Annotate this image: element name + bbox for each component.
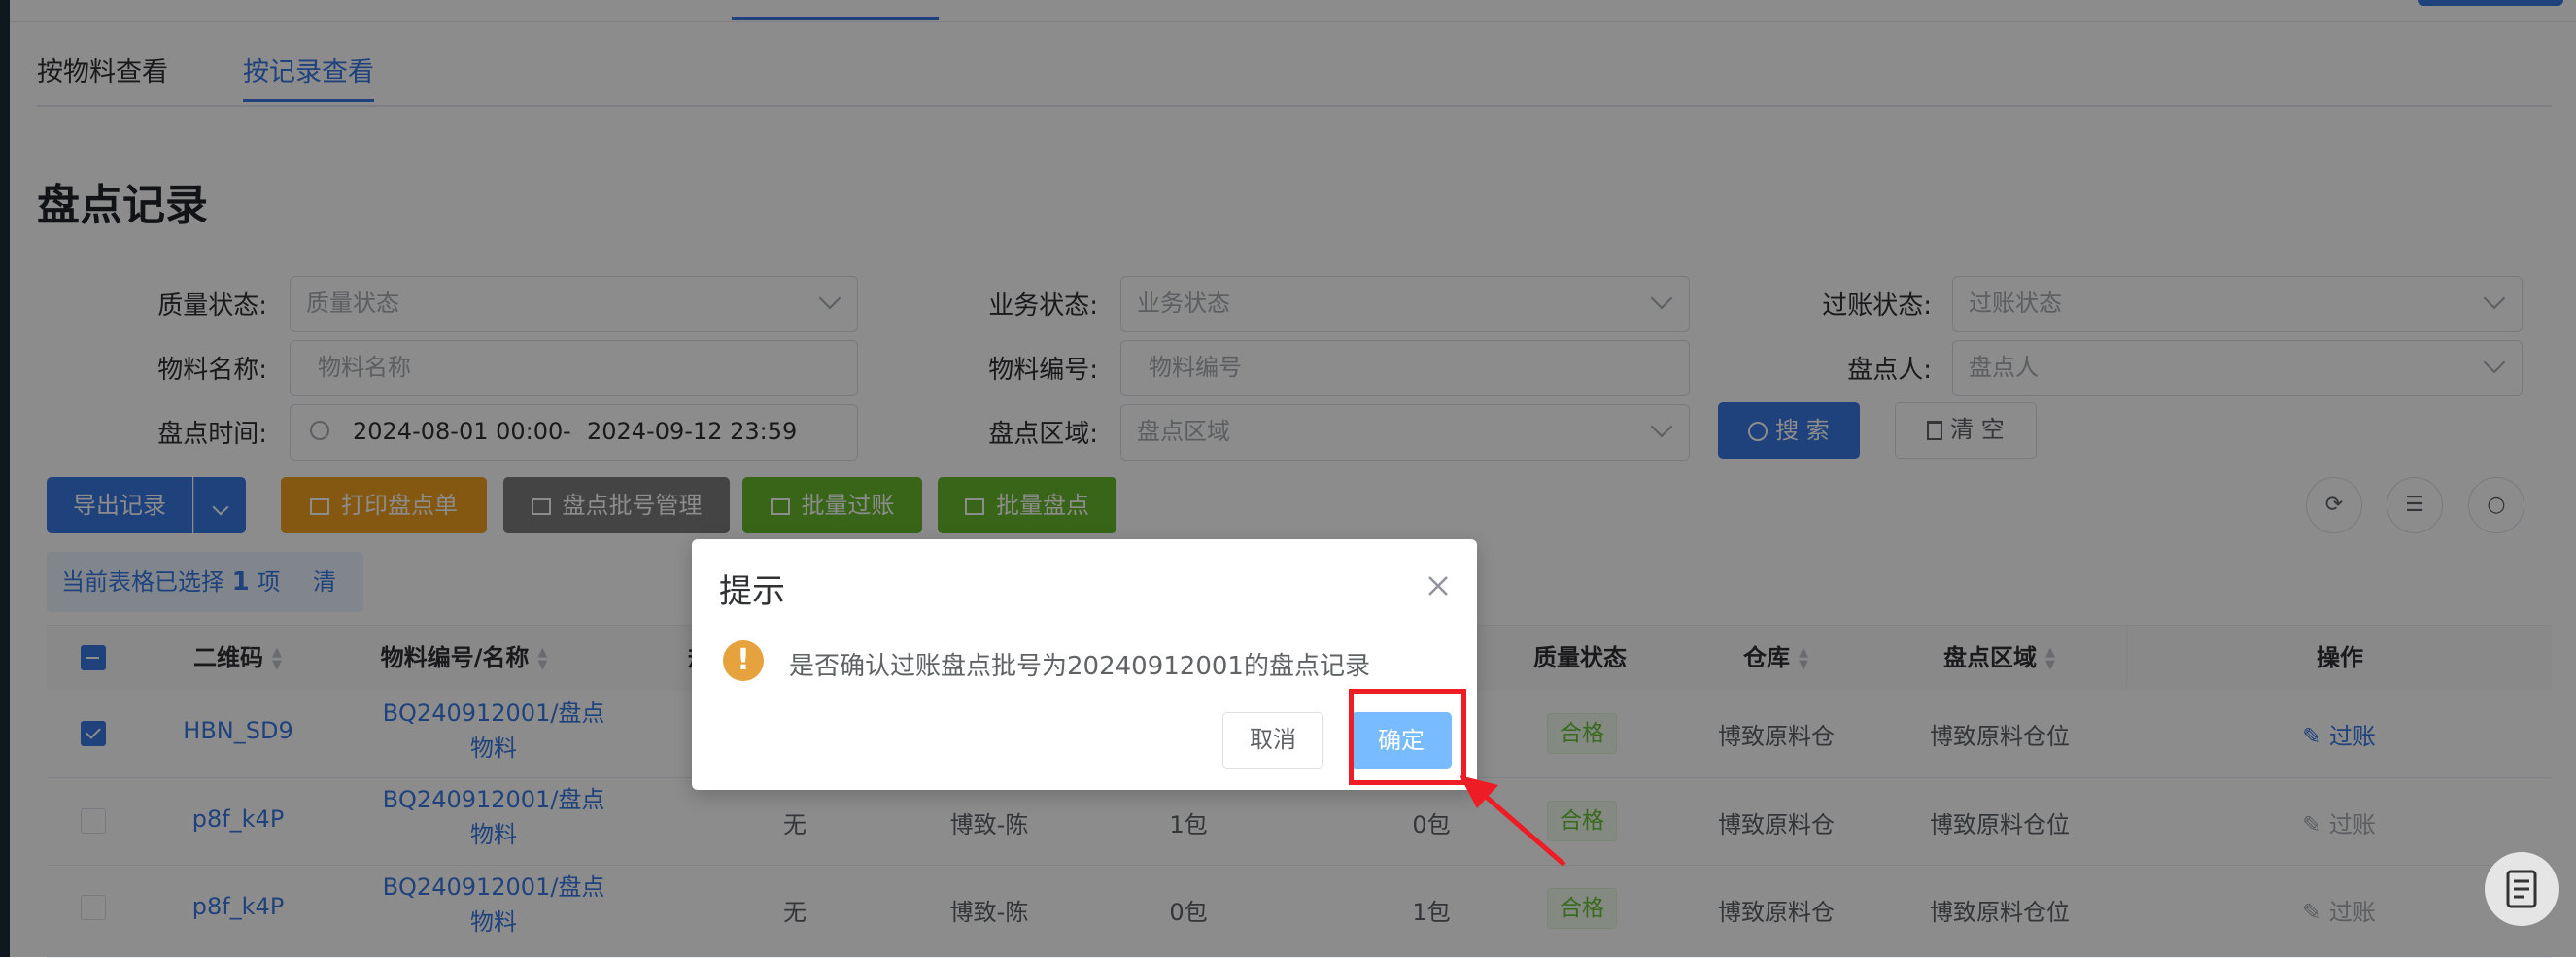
dialog-message: 是否确认过账盘点批号为20240912001的盘点记录 [789, 652, 1370, 681]
close-icon[interactable] [1426, 574, 1450, 598]
floating-document-button[interactable] [2485, 852, 2559, 926]
document-icon [2506, 870, 2537, 908]
cancel-button[interactable]: 取消 [1222, 712, 1323, 769]
warning-icon: ! [723, 640, 764, 681]
dialog-title: 提示 [719, 572, 785, 611]
annotation-arrow-icon [1460, 775, 1566, 867]
modal-overlay[interactable] [0, 0, 2576, 957]
